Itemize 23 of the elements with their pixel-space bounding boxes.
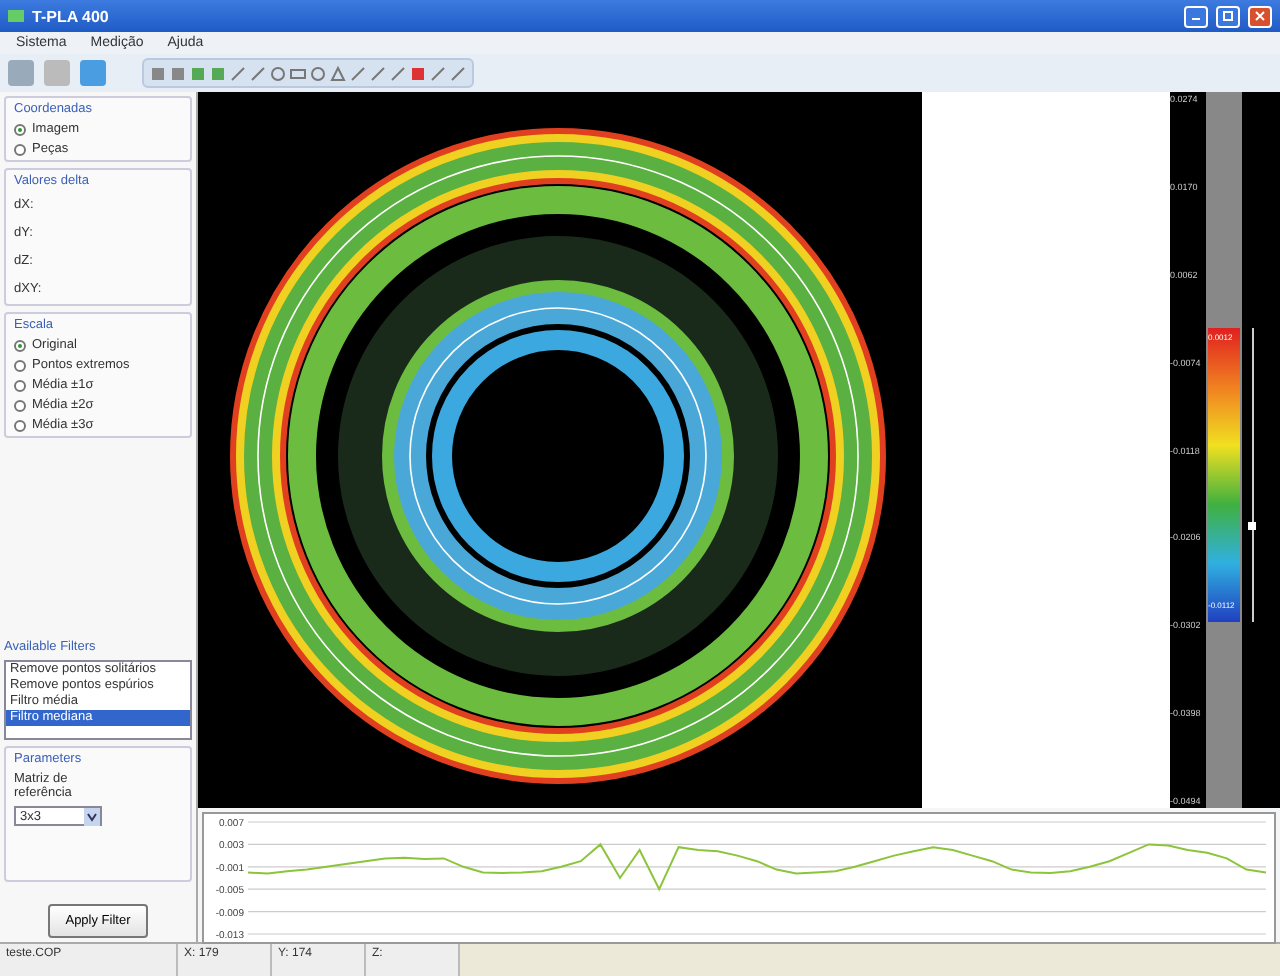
slider-thumb[interactable] bbox=[1248, 521, 1256, 530]
app-icon bbox=[8, 10, 24, 22]
minimize-button[interactable] bbox=[1184, 5, 1208, 27]
radio-button[interactable] bbox=[14, 143, 26, 155]
radio-button[interactable] bbox=[14, 399, 26, 411]
monitor-icon[interactable] bbox=[78, 58, 108, 88]
radio-button[interactable] bbox=[14, 359, 26, 371]
window-title: T-PLA 400 bbox=[32, 7, 109, 25]
close-button[interactable] bbox=[1248, 5, 1272, 27]
circle-icon[interactable] bbox=[310, 65, 326, 81]
line-icon[interactable] bbox=[230, 65, 246, 81]
circle-icon[interactable] bbox=[270, 65, 286, 81]
radio-button[interactable] bbox=[14, 379, 26, 391]
rectangle-icon[interactable] bbox=[290, 65, 306, 81]
dropdown-arrow-icon[interactable] bbox=[84, 807, 100, 825]
radio-button[interactable] bbox=[14, 339, 26, 351]
radio-button[interactable] bbox=[14, 123, 26, 135]
close-icon bbox=[1254, 10, 1266, 22]
triangle-icon[interactable] bbox=[330, 65, 346, 81]
radio-button[interactable] bbox=[14, 419, 26, 431]
maximize-button[interactable] bbox=[1216, 5, 1240, 27]
document-icon[interactable] bbox=[6, 58, 36, 88]
maximize-icon bbox=[1222, 10, 1234, 22]
